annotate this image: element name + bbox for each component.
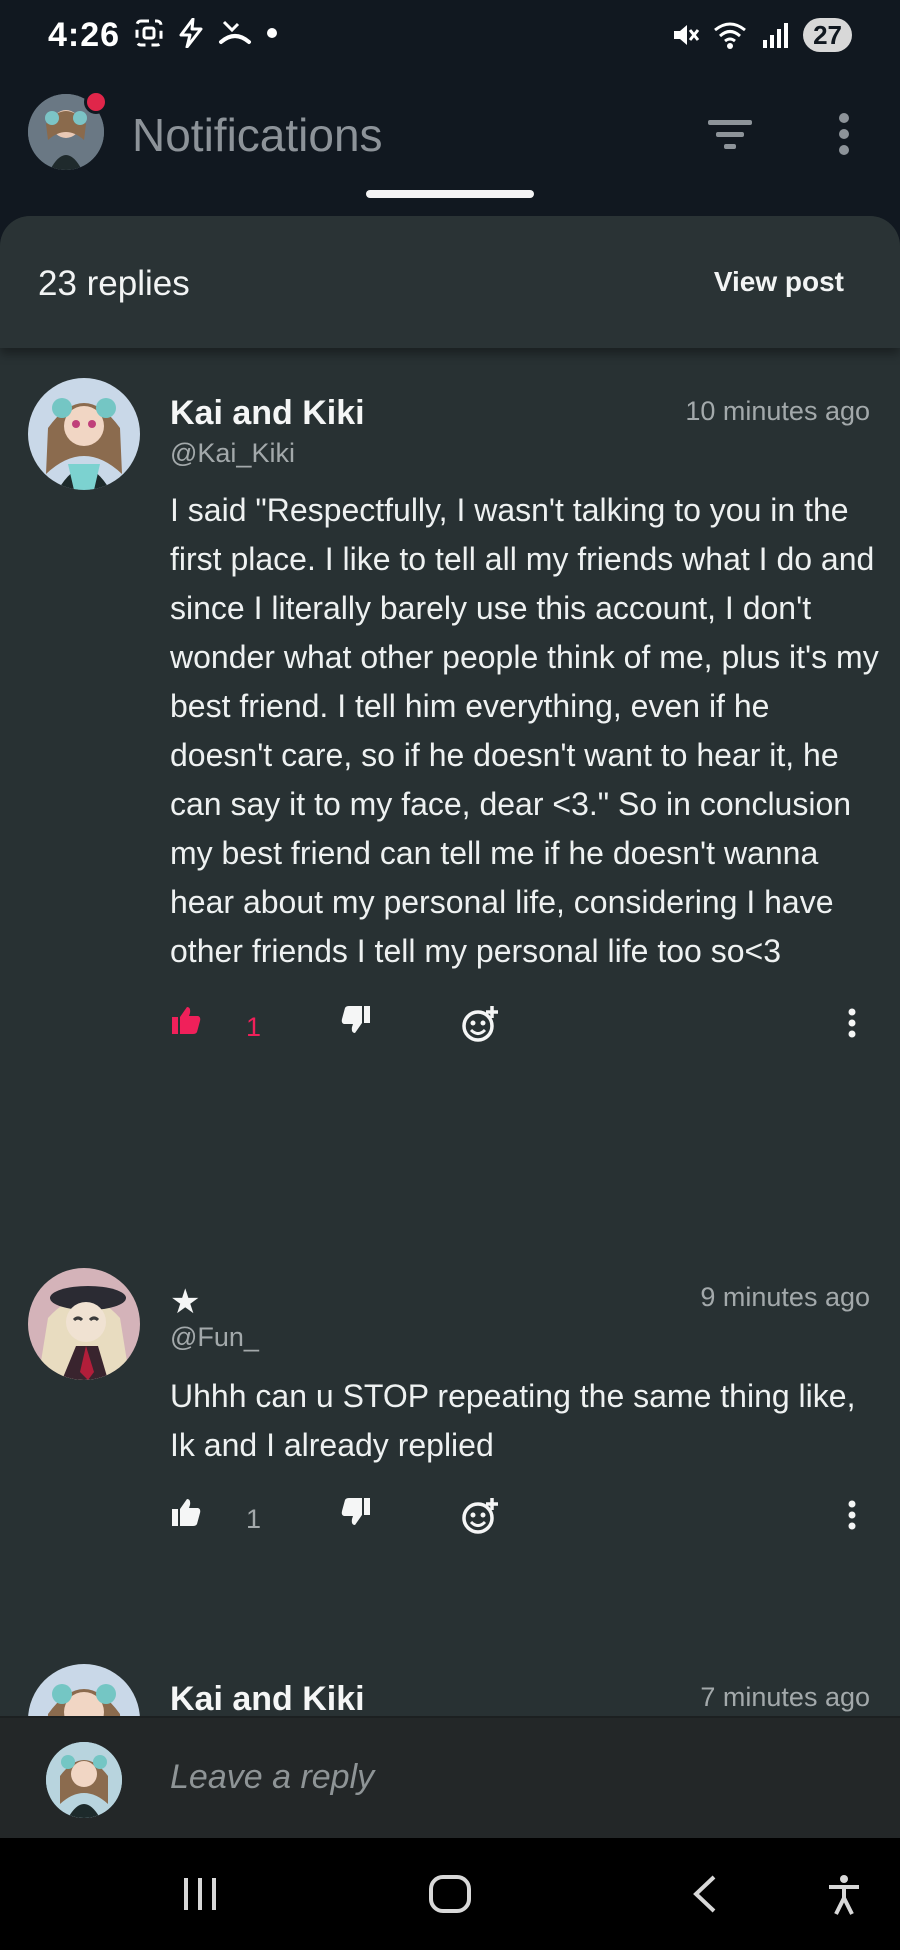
status-bar: 4:26 27 [0, 0, 900, 72]
battery-indicator: 27 [803, 18, 852, 52]
thumbs-up-icon[interactable] [170, 1004, 202, 1036]
comment-time: 9 minutes ago [700, 1282, 870, 1312]
comment-handle[interactable]: @Fun_ [170, 1322, 259, 1353]
comment-actions: 1 [170, 1004, 870, 1054]
add-reaction-icon[interactable] [460, 1496, 500, 1536]
home-icon[interactable] [428, 1874, 472, 1914]
like-count: 1 [246, 1504, 262, 1534]
comment-body: Uhhh can u STOP repeating the same thing… [170, 1378, 856, 1463]
notification-badge [84, 90, 108, 114]
status-time: 4:26 [48, 16, 121, 54]
screenshot-icon [135, 19, 163, 47]
thumbs-down-icon[interactable] [340, 1004, 372, 1036]
accessibility-icon[interactable] [826, 1874, 862, 1916]
status-right-icons: 27 [671, 18, 852, 52]
comment-time: 7 minutes ago [700, 1682, 870, 1712]
filter-icon[interactable] [706, 118, 754, 152]
signal-icon [763, 23, 789, 48]
comment-handle[interactable]: @Kai_Kiki [170, 438, 295, 469]
sheet-header: 23 replies View post [0, 216, 900, 348]
wifi-icon [714, 22, 747, 49]
comment-author[interactable]: ★ [170, 1282, 200, 1322]
mute-icon [674, 25, 700, 45]
add-reaction-icon[interactable] [460, 1004, 500, 1044]
comment-body: I said "Respectfully, I wasn't talking t… [170, 492, 879, 969]
page-title: Notifications [132, 109, 383, 161]
thumbs-up-icon[interactable] [170, 1496, 202, 1528]
more-vertical-icon[interactable] [836, 112, 852, 156]
system-nav-bar [0, 1838, 900, 1950]
dot-icon [267, 28, 277, 38]
avatar[interactable] [28, 378, 140, 490]
recents-icon[interactable] [180, 1874, 220, 1914]
replies-sheet: 23 replies View post Kai and Kiki @Kai_K… [0, 216, 900, 1840]
thumbs-down-icon[interactable] [340, 1496, 372, 1528]
view-post-button[interactable]: View post [714, 266, 844, 298]
status-left-icons [134, 18, 278, 48]
like-count: 1 [246, 1012, 262, 1042]
missed-call-icon [219, 20, 251, 44]
comment-time: 10 minutes ago [685, 396, 870, 426]
drag-handle[interactable] [366, 190, 534, 198]
avatar[interactable] [28, 1268, 140, 1380]
reply-bar: Leave a reply [0, 1716, 900, 1838]
back-icon[interactable] [690, 1874, 720, 1914]
bolt-icon [179, 18, 203, 48]
comment-actions: 1 [170, 1496, 870, 1546]
reply-input[interactable]: Leave a reply [170, 1758, 374, 1797]
comment-author[interactable]: Kai and Kiki [170, 394, 365, 433]
comment-item: Kai and Kiki @Kai_Kiki 10 minutes ago I … [0, 376, 900, 1076]
app-bar: Notifications [0, 72, 900, 212]
avatar [46, 1742, 122, 1818]
comment-item: ★ @Fun_ 9 minutes ago Uhhh can u STOP re… [0, 1268, 900, 1608]
reply-count: 23 replies [38, 264, 190, 303]
more-vertical-icon[interactable] [846, 1500, 858, 1530]
more-vertical-icon[interactable] [846, 1008, 858, 1038]
comment-author[interactable]: Kai and Kiki [170, 1680, 365, 1719]
